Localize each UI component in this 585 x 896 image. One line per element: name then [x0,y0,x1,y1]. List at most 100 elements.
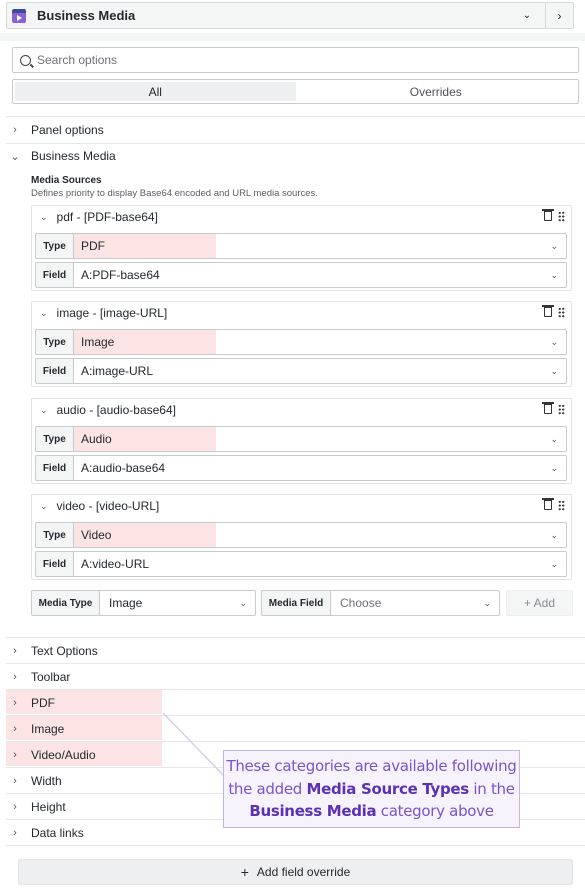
category-image[interactable]: › Image [6,716,64,742]
category-label: Video/Audio [31,748,96,762]
trash-icon[interactable] [542,305,554,317]
add-media-source-button[interactable]: + Add [506,590,573,616]
type-label: Type [35,329,73,355]
field-select[interactable]: A:PDF-base64 ⌄ [73,262,567,288]
media-sources-label: Media Sources [31,175,102,186]
media-source-header[interactable]: ⌄ pdf - [PDF-base64] [32,206,571,228]
visualization-picker[interactable]: Business Media ⌄ › [6,2,574,29]
visualization-title: Business Media [37,8,136,23]
chevron-down-icon: ⌄ [40,500,48,511]
media-field-label: Media Field [261,590,330,616]
type-select[interactable]: Image ⌄ [73,329,567,355]
type-label: Type [35,426,73,452]
media-source-card: ⌄ audio - [audio-base64] Type Audio ⌄ Fi… [31,398,572,484]
chevron-right-icon: › [13,827,17,839]
field-select[interactable]: A:video-URL ⌄ [73,551,567,577]
media-sources-description: Defines priority to display Base64 encod… [31,188,318,199]
media-source-title: pdf - [PDF-base64] [56,210,158,224]
chevron-down-icon: ⌄ [550,270,558,280]
type-select[interactable]: PDF ⌄ [73,233,567,259]
media-type-value: Image [109,596,143,610]
type-row: Type Video ⌄ [35,522,567,548]
chevron-down-icon: ⌄ [483,598,491,608]
chevron-down-icon: ⌄ [550,463,558,473]
field-value: A:video-URL [81,557,150,571]
category-label: PDF [31,696,55,710]
category-height[interactable]: › Height [6,794,66,820]
field-row: Field A:video-URL ⌄ [35,551,567,577]
category-width[interactable]: › Width [6,768,62,794]
field-label: Field [35,455,73,481]
chevron-down-icon[interactable]: ⌄ [515,3,539,28]
chevron-right-icon: › [13,124,17,136]
trash-icon[interactable] [542,209,554,221]
add-field-override-button[interactable]: + Add field override [18,859,573,885]
chevron-down-icon: ⌄ [550,366,558,376]
chevron-down-icon: ⌄ [40,404,48,415]
field-label: Field [35,262,73,288]
category-label: Text Options [31,644,98,658]
field-row: Field A:image-URL ⌄ [35,358,567,384]
chevron-right-icon: › [13,671,17,683]
category-pdf[interactable]: › PDF [6,690,55,716]
type-row: Type Image ⌄ [35,329,567,355]
drag-handle-icon[interactable] [558,307,565,318]
business-media-icon [12,8,26,23]
category-label: Width [31,774,62,788]
field-row: Field A:audio-base64 ⌄ [35,455,567,481]
drag-handle-icon[interactable] [558,404,565,415]
type-value: Audio [81,432,112,446]
type-value: PDF [81,239,105,253]
type-value: Image [81,335,115,349]
media-source-title: audio - [audio-base64] [56,403,176,417]
callout-bold-text: Business Media [249,802,377,821]
type-row: Type Audio ⌄ [35,426,567,452]
media-field-select[interactable]: Choose ⌄ [330,590,500,616]
media-type-select[interactable]: Image ⌄ [99,590,256,616]
type-label: Type [35,522,73,548]
chevron-right-icon: › [13,749,17,761]
category-panel-options[interactable]: › Panel options [6,117,104,143]
callout-line-1: These categories are available following [226,757,517,776]
type-row: Type PDF ⌄ [35,233,567,259]
category-text-options[interactable]: › Text Options [6,638,98,664]
category-label: Panel options [31,123,104,137]
chevron-down-icon: ⌄ [550,337,558,347]
type-select[interactable]: Video ⌄ [73,522,567,548]
category-toolbar[interactable]: › Toolbar [6,664,70,690]
category-data-links[interactable]: › Data links [6,820,84,846]
callout-text: category above [376,802,494,821]
trash-icon[interactable] [542,402,554,414]
callout-line-3: Business Media category above [249,800,494,823]
callout-bold-text: Media Source Types [306,779,469,798]
chevron-down-icon: ⌄ [239,598,247,608]
add-media-source-bar: Media Type Image ⌄ Media Field Choose ⌄ … [31,590,573,616]
tab-all[interactable]: All [15,82,296,101]
media-source-header[interactable]: ⌄ video - [video-URL] [32,495,571,517]
header-separator [0,33,585,41]
type-select[interactable]: Audio ⌄ [73,426,567,452]
search-icon [20,54,31,66]
field-label: Field [35,551,73,577]
field-value: A:audio-base64 [81,461,166,475]
search-input[interactable] [37,53,557,67]
chevron-right-icon[interactable]: › [545,3,573,28]
category-business-media[interactable]: ⌄ Business Media [6,143,115,169]
media-source-header[interactable]: ⌄ audio - [audio-base64] [32,399,571,421]
media-source-card: ⌄ image - [image-URL] Type Image ⌄ Field… [31,301,572,387]
drag-handle-icon[interactable] [558,500,565,511]
chevron-down-icon: ⌄ [550,530,558,540]
trash-icon[interactable] [542,498,554,510]
field-label: Field [35,358,73,384]
chevron-down-icon: ⌄ [10,150,20,163]
search-box[interactable] [12,47,579,73]
category-label: Toolbar [31,670,71,684]
media-source-header[interactable]: ⌄ image - [image-URL] [32,302,571,324]
category-video-audio[interactable]: › Video/Audio [6,742,96,768]
tab-overrides[interactable]: Overrides [296,82,577,101]
field-select[interactable]: A:audio-base64 ⌄ [73,455,567,481]
field-select[interactable]: A:image-URL ⌄ [73,358,567,384]
chevron-right-icon: › [13,801,17,813]
drag-handle-icon[interactable] [558,211,565,222]
divider [6,663,585,664]
